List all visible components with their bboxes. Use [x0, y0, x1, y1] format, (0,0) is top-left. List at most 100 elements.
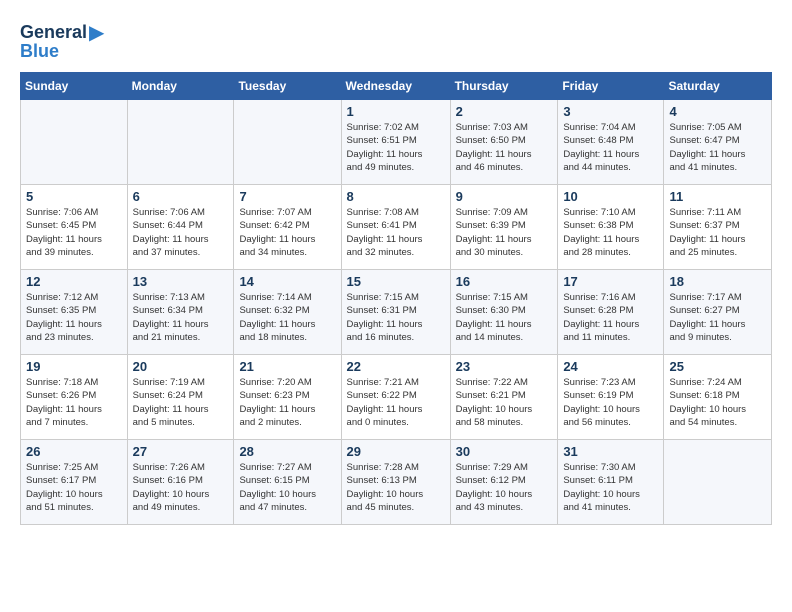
- day-number: 27: [133, 444, 229, 459]
- logo-blue-text: Blue: [20, 41, 59, 62]
- day-number: 23: [456, 359, 553, 374]
- day-number: 15: [347, 274, 445, 289]
- day-number: 17: [563, 274, 658, 289]
- logo-bird-icon: ▶: [89, 20, 104, 45]
- col-monday: Monday: [127, 73, 234, 100]
- day-info: Sunrise: 7:09 AMSunset: 6:39 PMDaylight:…: [456, 206, 553, 259]
- calendar-cell: 25Sunrise: 7:24 AMSunset: 6:18 PMDayligh…: [664, 355, 772, 440]
- calendar-cell: 11 Sunrise: 7:11 AMSunset: 6:37 PMDayligh…: [664, 185, 772, 270]
- day-info: Sunrise: 7:27 AMSunset: 6:15 PMDaylight:…: [239, 461, 335, 514]
- day-info: Sunrise: 7:14 AMSunset: 6:32 PMDaylight:…: [239, 291, 335, 344]
- calendar-cell: [234, 100, 341, 185]
- day-number: 19: [26, 359, 122, 374]
- calendar-header-row: Sunday Monday Tuesday Wednesday Thursday…: [21, 73, 772, 100]
- day-info: Sunrise: 7:12 AMSunset: 6:35 PMDaylight:…: [26, 291, 122, 344]
- calendar-cell: 12 Sunrise: 7:12 AMSunset: 6:35 PMDayligh…: [21, 270, 128, 355]
- calendar-cell: 30 Sunrise: 7:29 AMSunset: 6:12 PMDayligh…: [450, 440, 558, 525]
- calendar-cell: 28 Sunrise: 7:27 AMSunset: 6:15 PMDayligh…: [234, 440, 341, 525]
- day-number: 11: [669, 189, 766, 204]
- day-info: Sunrise: 7:18 AMSunset: 6:26 PMDaylight:…: [26, 376, 122, 429]
- day-info: Sunrise: 7:15 AMSunset: 6:30 PMDaylight:…: [456, 291, 553, 344]
- page-header: General ▶ Blue: [20, 20, 772, 62]
- calendar-cell: 20 Sunrise: 7:19 AMSunset: 6:24 PMDayligh…: [127, 355, 234, 440]
- day-number: 5: [26, 189, 122, 204]
- calendar-cell: 24Sunrise: 7:23 AMSunset: 6:19 PMDayligh…: [558, 355, 664, 440]
- day-info: Sunrise: 7:22 AMSunset: 6:21 PMDaylight:…: [456, 376, 553, 429]
- calendar-cell: 15 Sunrise: 7:15 AMSunset: 6:31 PMDayligh…: [341, 270, 450, 355]
- calendar-cell: 26 Sunrise: 7:25 AMSunset: 6:17 PMDayligh…: [21, 440, 128, 525]
- calendar-cell: 2Sunrise: 7:03 AMSunset: 6:50 PMDaylight…: [450, 100, 558, 185]
- day-number: 4: [669, 104, 766, 119]
- day-info: Sunrise: 7:23 AMSunset: 6:19 PMDaylight:…: [563, 376, 658, 429]
- calendar-cell: 17 Sunrise: 7:16 AMSunset: 6:28 PMDayligh…: [558, 270, 664, 355]
- calendar-cell: 16 Sunrise: 7:15 AMSunset: 6:30 PMDayligh…: [450, 270, 558, 355]
- day-info: Sunrise: 7:25 AMSunset: 6:17 PMDaylight:…: [26, 461, 122, 514]
- day-number: 29: [347, 444, 445, 459]
- day-number: 1: [347, 104, 445, 119]
- day-info: Sunrise: 7:05 AMSunset: 6:47 PMDaylight:…: [669, 121, 766, 174]
- calendar-cell: 14 Sunrise: 7:14 AMSunset: 6:32 PMDayligh…: [234, 270, 341, 355]
- calendar-cell: 18Sunrise: 7:17 AMSunset: 6:27 PMDayligh…: [664, 270, 772, 355]
- day-info: Sunrise: 7:29 AMSunset: 6:12 PMDaylight:…: [456, 461, 553, 514]
- day-number: 2: [456, 104, 553, 119]
- day-info: Sunrise: 7:30 AMSunset: 6:11 PMDaylight:…: [563, 461, 658, 514]
- day-info: Sunrise: 7:16 AMSunset: 6:28 PMDaylight:…: [563, 291, 658, 344]
- calendar-week-row: 19 Sunrise: 7:18 AMSunset: 6:26 PMDayligh…: [21, 355, 772, 440]
- calendar-week-row: 5Sunrise: 7:06 AMSunset: 6:45 PMDaylight…: [21, 185, 772, 270]
- day-number: 31: [563, 444, 658, 459]
- day-number: 10: [563, 189, 658, 204]
- day-info: Sunrise: 7:11 AMSunset: 6:37 PMDaylight:…: [669, 206, 766, 259]
- calendar-cell: 6Sunrise: 7:06 AMSunset: 6:44 PMDaylight…: [127, 185, 234, 270]
- col-saturday: Saturday: [664, 73, 772, 100]
- day-info: Sunrise: 7:08 AMSunset: 6:41 PMDaylight:…: [347, 206, 445, 259]
- day-number: 30: [456, 444, 553, 459]
- calendar-cell: 4 Sunrise: 7:05 AMSunset: 6:47 PMDaylight…: [664, 100, 772, 185]
- calendar-cell: 8 Sunrise: 7:08 AMSunset: 6:41 PMDaylight…: [341, 185, 450, 270]
- calendar-table: Sunday Monday Tuesday Wednesday Thursday…: [20, 72, 772, 525]
- calendar-cell: 9 Sunrise: 7:09 AMSunset: 6:39 PMDaylight…: [450, 185, 558, 270]
- day-info: Sunrise: 7:28 AMSunset: 6:13 PMDaylight:…: [347, 461, 445, 514]
- calendar-cell: 5Sunrise: 7:06 AMSunset: 6:45 PMDaylight…: [21, 185, 128, 270]
- day-number: 16: [456, 274, 553, 289]
- day-info: Sunrise: 7:15 AMSunset: 6:31 PMDaylight:…: [347, 291, 445, 344]
- day-number: 20: [133, 359, 229, 374]
- day-number: 6: [133, 189, 229, 204]
- day-number: 22: [347, 359, 445, 374]
- calendar-cell: [664, 440, 772, 525]
- logo: General ▶ Blue: [20, 20, 104, 62]
- day-number: 26: [26, 444, 122, 459]
- calendar-week-row: 12 Sunrise: 7:12 AMSunset: 6:35 PMDayligh…: [21, 270, 772, 355]
- day-number: 9: [456, 189, 553, 204]
- day-number: 25: [669, 359, 766, 374]
- calendar-cell: 23 Sunrise: 7:22 AMSunset: 6:21 PMDayligh…: [450, 355, 558, 440]
- calendar-cell: 3 Sunrise: 7:04 AMSunset: 6:48 PMDaylight…: [558, 100, 664, 185]
- day-number: 14: [239, 274, 335, 289]
- calendar-week-row: 26 Sunrise: 7:25 AMSunset: 6:17 PMDayligh…: [21, 440, 772, 525]
- col-wednesday: Wednesday: [341, 73, 450, 100]
- day-number: 3: [563, 104, 658, 119]
- day-info: Sunrise: 7:26 AMSunset: 6:16 PMDaylight:…: [133, 461, 229, 514]
- calendar-cell: 1 Sunrise: 7:02 AMSunset: 6:51 PMDaylight…: [341, 100, 450, 185]
- calendar-cell: 29 Sunrise: 7:28 AMSunset: 6:13 PMDayligh…: [341, 440, 450, 525]
- day-info: Sunrise: 7:10 AMSunset: 6:38 PMDaylight:…: [563, 206, 658, 259]
- calendar-cell: 7 Sunrise: 7:07 AMSunset: 6:42 PMDaylight…: [234, 185, 341, 270]
- day-info: Sunrise: 7:19 AMSunset: 6:24 PMDaylight:…: [133, 376, 229, 429]
- calendar-cell: 10 Sunrise: 7:10 AMSunset: 6:38 PMDayligh…: [558, 185, 664, 270]
- calendar-cell: 27 Sunrise: 7:26 AMSunset: 6:16 PMDayligh…: [127, 440, 234, 525]
- calendar-cell: [127, 100, 234, 185]
- col-thursday: Thursday: [450, 73, 558, 100]
- calendar-cell: 22Sunrise: 7:21 AMSunset: 6:22 PMDayligh…: [341, 355, 450, 440]
- calendar-cell: [21, 100, 128, 185]
- day-info: Sunrise: 7:13 AMSunset: 6:34 PMDaylight:…: [133, 291, 229, 344]
- day-info: Sunrise: 7:02 AMSunset: 6:51 PMDaylight:…: [347, 121, 445, 174]
- calendar-cell: 13Sunrise: 7:13 AMSunset: 6:34 PMDayligh…: [127, 270, 234, 355]
- day-info: Sunrise: 7:07 AMSunset: 6:42 PMDaylight:…: [239, 206, 335, 259]
- day-number: 18: [669, 274, 766, 289]
- day-number: 7: [239, 189, 335, 204]
- day-number: 8: [347, 189, 445, 204]
- day-number: 12: [26, 274, 122, 289]
- calendar-week-row: 1 Sunrise: 7:02 AMSunset: 6:51 PMDaylight…: [21, 100, 772, 185]
- day-number: 28: [239, 444, 335, 459]
- calendar-cell: 31 Sunrise: 7:30 AMSunset: 6:11 PMDayligh…: [558, 440, 664, 525]
- day-info: Sunrise: 7:04 AMSunset: 6:48 PMDaylight:…: [563, 121, 658, 174]
